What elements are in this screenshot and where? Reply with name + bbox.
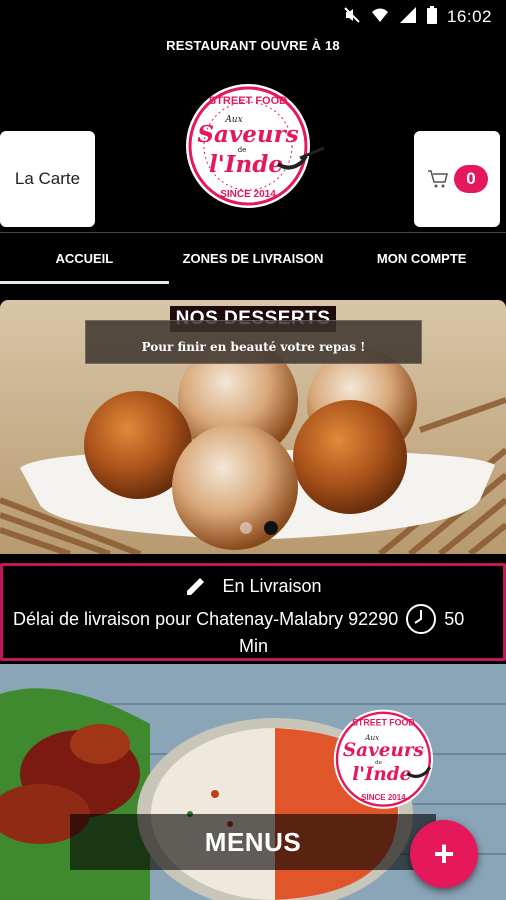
wifi-icon [371,6,389,29]
clock: 16:02 [446,7,492,26]
logo-saveurs: Saveurs [197,121,298,148]
add-fab-button[interactable]: + [410,820,478,888]
carousel-indicator [240,521,278,535]
menus-label-bar[interactable]: MENUS [70,814,436,870]
carousel-dot[interactable] [240,522,252,534]
cart-count-badge: 0 [454,165,488,193]
opening-announcement: RESTAURANT OUVRE À 18 [166,38,340,53]
banner-subtitle: Pour finir en beauté votre repas ! [85,320,422,364]
signal-icon [399,6,417,29]
logo-inde: l'Inde [209,151,283,178]
food-logo-bottom: SINCE 2014 [361,793,406,802]
tab-accueil[interactable]: ACCUEIL [0,233,169,284]
food-logo-inde: l'Inde [352,764,411,785]
food-logo-top: STREET FOOD [352,718,415,728]
delivery-info-panel[interactable]: En Livraison Délai de livraison pour Cha… [0,563,506,661]
tab-mon-compte[interactable]: MON COMPTE [337,233,506,284]
status-bar: 16:02 [0,0,506,34]
main-nav: ACCUEIL ZONES DE LIVRAISON MON COMPTE [0,232,506,284]
la-carte-button[interactable]: La Carte [0,131,95,227]
logo-top-text: STREET FOOD [209,95,287,107]
logo-bottom-text: SINCE 2014 [220,189,276,200]
battery-icon [426,5,437,29]
mute-icon [343,6,361,29]
tab-zones-de-livraison[interactable]: ZONES DE LIVRAISON [169,233,338,284]
food-logo: STREET FOOD Aux Saveurs de l'Inde SINCE … [333,709,433,809]
carousel-dot-active[interactable] [264,521,278,535]
delivery-duration: 50 [444,608,465,629]
delivery-mode: En Livraison [222,575,322,596]
edit-pencil-icon[interactable] [184,574,208,598]
cart-button[interactable]: 0 [414,131,500,227]
food-logo-saveurs: Saveurs [343,740,424,761]
delivery-text: Délai de livraison pour Chatenay-Malabry… [13,608,399,629]
cart-icon [428,170,448,188]
restaurant-logo[interactable]: STREET FOOD Aux Saveurs de l'Inde SINCE … [182,82,328,212]
clock-icon [406,604,437,634]
delivery-unit: Min [239,636,269,656]
